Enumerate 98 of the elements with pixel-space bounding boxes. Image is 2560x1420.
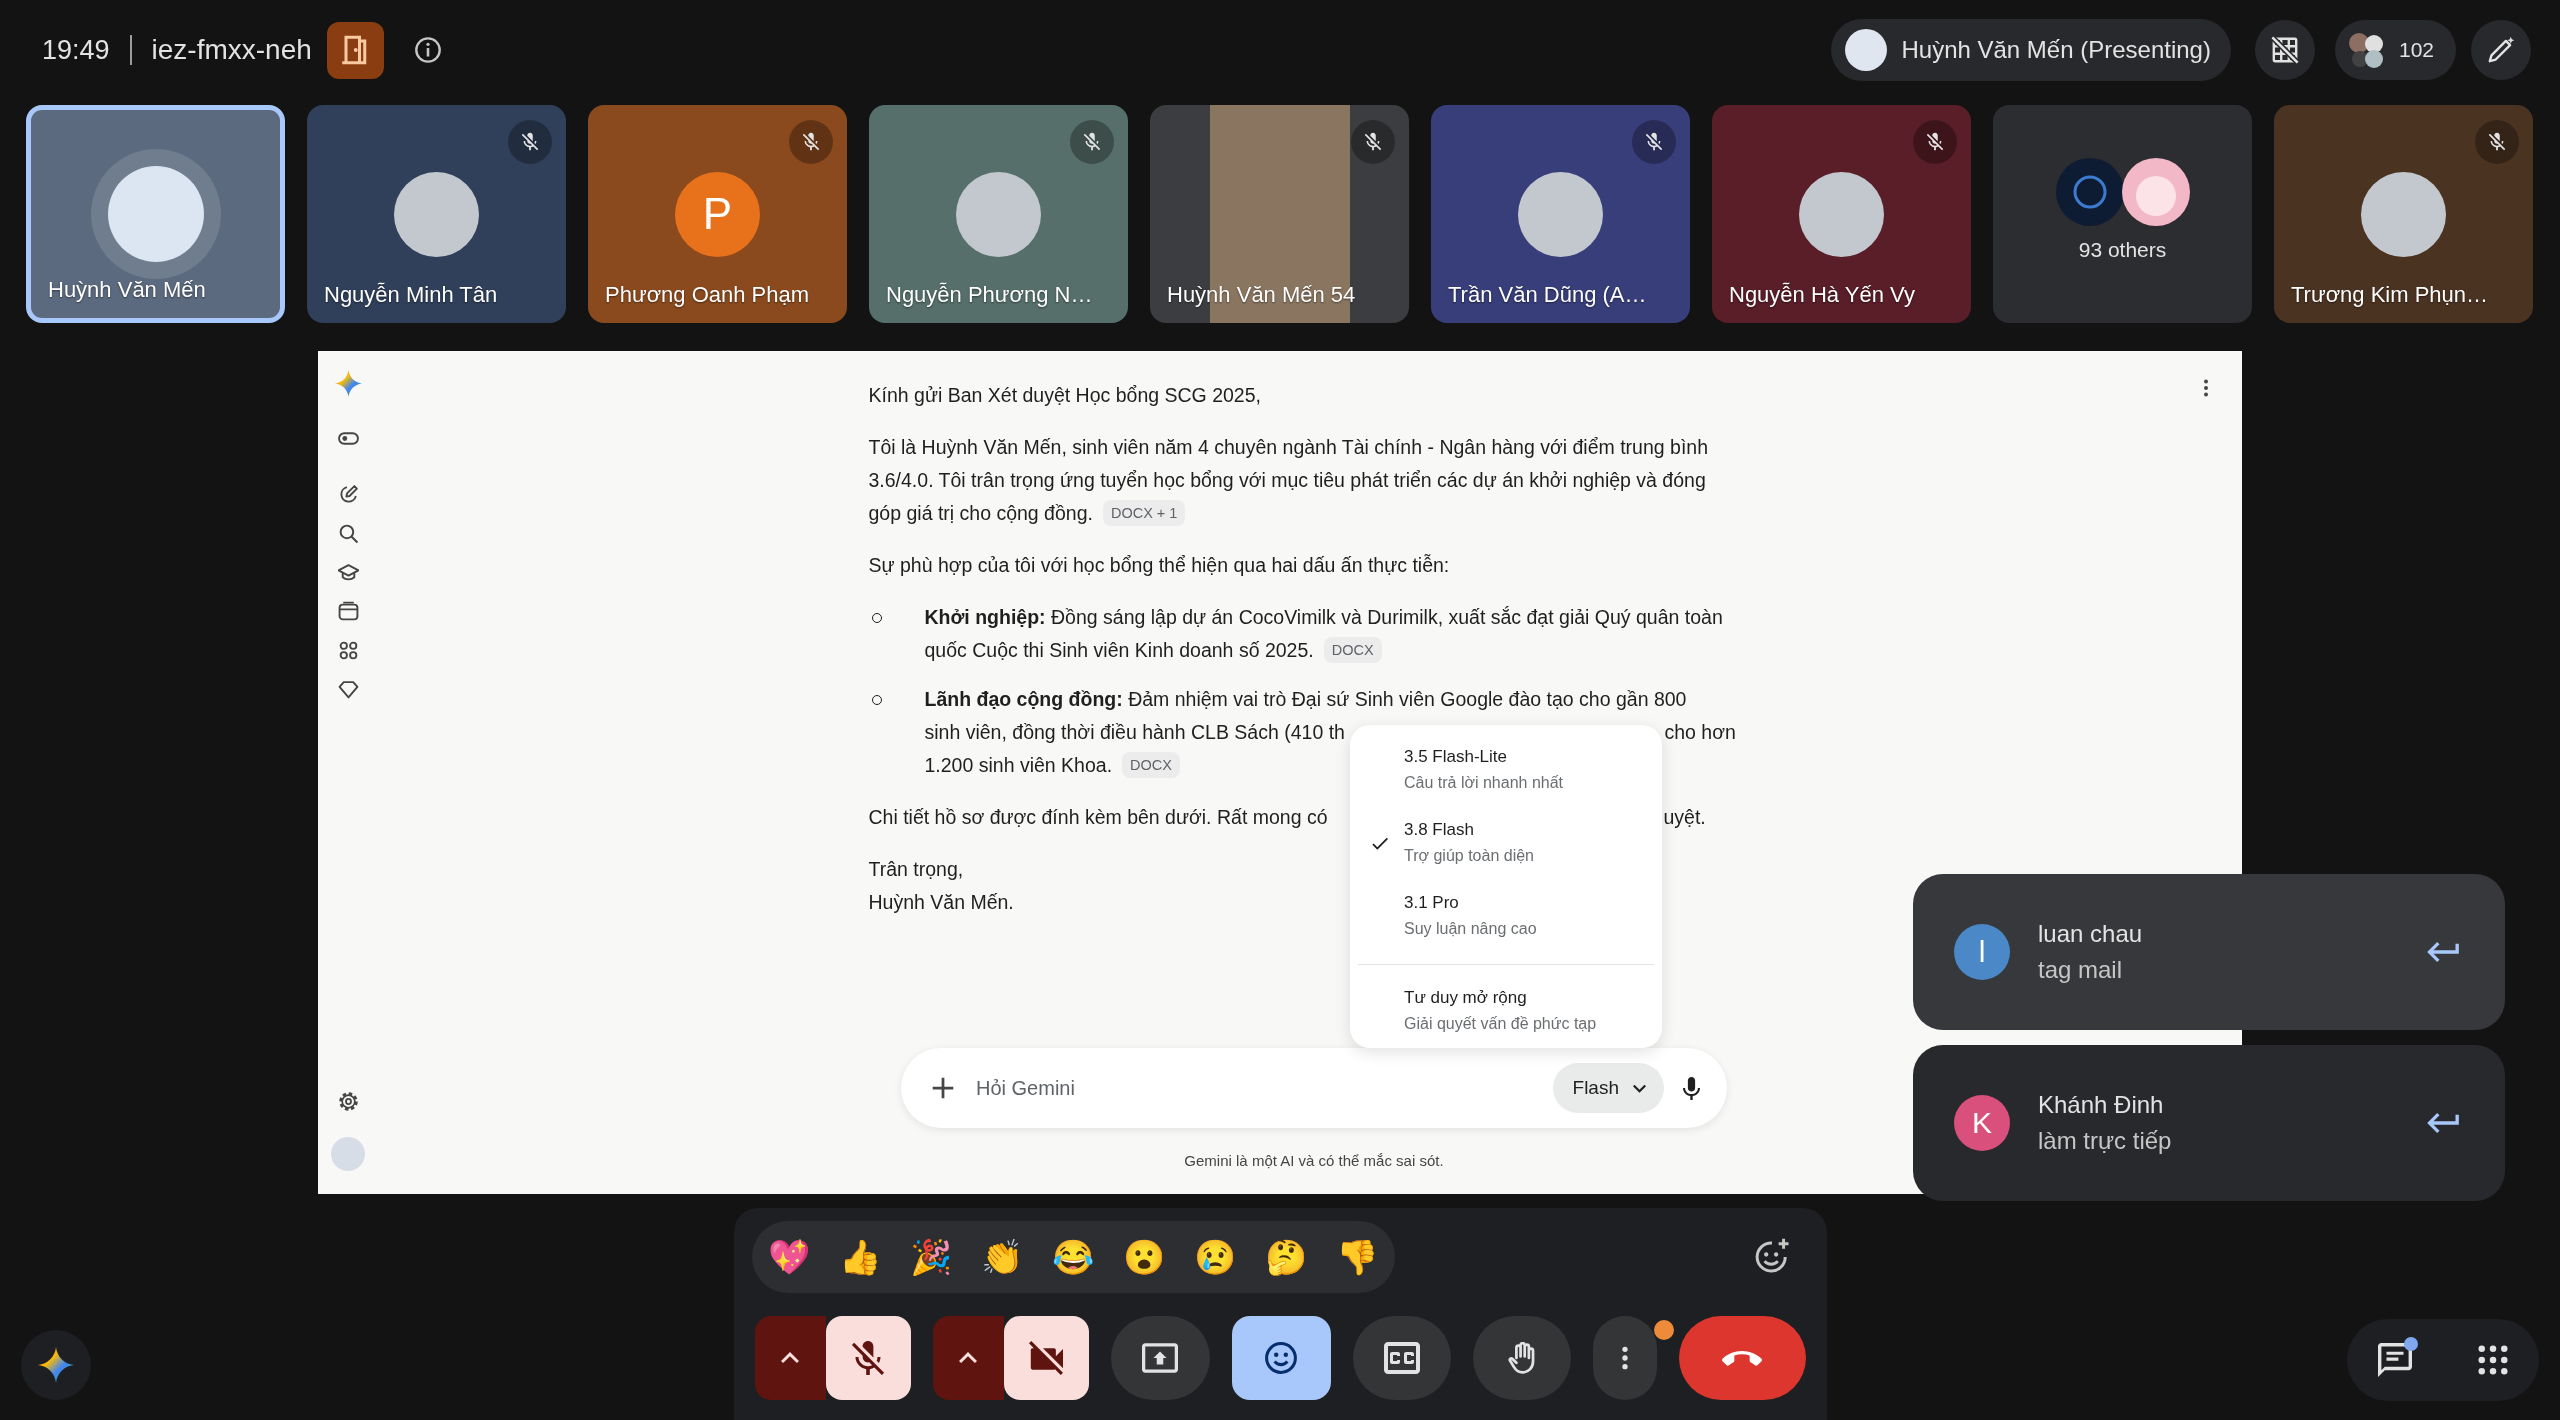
avatar-icon	[394, 171, 479, 257]
plus-icon[interactable]	[932, 1077, 954, 1099]
menu-item[interactable]: Tư duy mở rộng Giải quyết vấn đề phức tạp	[1350, 953, 1662, 1048]
others-count: 93 others	[2078, 238, 2167, 262]
avatar-initial: l	[1954, 924, 2010, 980]
participant-name: Nguyễn Hà Yến Vy	[1729, 281, 1915, 309]
clock-time: 19:49	[42, 34, 110, 66]
emoji-button[interactable]: 👎	[1321, 1221, 1393, 1293]
avatar-icon	[2055, 158, 2124, 226]
avatar-icon	[1799, 171, 1884, 257]
participant-name: Trần Văn Dũng (A…	[1448, 281, 1647, 309]
sender-name: luan chau	[2038, 920, 2143, 948]
sparkle-icon	[38, 1347, 74, 1383]
avatar-initial: K	[1954, 1095, 2010, 1151]
settings-icon[interactable]	[337, 1091, 359, 1112]
paragraph-text: 3.6/4.0. Tôi trân trọng ứng tuyển học bổng với mục tiêu phát triển các dự án khởi nghiệp và đóng	[868, 469, 1706, 491]
paragraph-text: Lãnh đạo cộng đồng: Đảm nhiệm vai trò Đại sứ Sinh viên Google đào tạo cho gần 800	[924, 688, 1687, 710]
emoji-button[interactable]: 😂	[1037, 1221, 1109, 1293]
reply-icon[interactable]	[2427, 1113, 2459, 1133]
search-icon[interactable]	[337, 523, 359, 544]
apps-icon[interactable]	[337, 640, 359, 661]
avatar-icon	[90, 149, 221, 279]
presenter-chip[interactable]: Huỳnh Văn Mến (Presenting)	[1831, 19, 2231, 81]
disclaimer-text: Gemini là một AI và có thể mắc sai sót.	[1184, 1151, 1444, 1171]
paragraph-text: 1.200 sinh viên Khoa.	[924, 754, 1113, 776]
menu-item[interactable]: 3.1 Pro Suy luận nâng cao	[1350, 880, 1662, 953]
caret-icon	[959, 1352, 977, 1364]
participant-name: Trương Kim Phụn…	[2291, 281, 2489, 309]
meeting-code: iez-fmxx-neh	[151, 34, 312, 66]
mic-icon[interactable]	[1683, 1076, 1700, 1100]
avatar-icon	[1518, 171, 1603, 257]
prompt-input[interactable]: Hỏi Gemini	[974, 1075, 1553, 1101]
paragraph-text: Tôi là Huỳnh Văn Mến, sinh viên năm 4 chuyên ngành Tài chính - Ngân hàng với điểm trung bình	[868, 436, 1708, 458]
menu-item[interactable]: 3.5 Flash-Lite Câu trả lời nhanh nhất	[1350, 734, 1662, 807]
mic-off-icon	[851, 1341, 885, 1375]
paragraph-text: cho hơn	[1664, 720, 1737, 745]
paragraph-text: sinh viên, đồng thời điều hành CLB Sách (410 th	[924, 721, 1345, 743]
mic-button[interactable]	[825, 1316, 911, 1400]
pen-icon	[2487, 36, 2515, 64]
captions-icon	[1383, 1342, 1420, 1374]
paragraph-text: Trân trọng,	[868, 858, 964, 880]
diamond-icon[interactable]	[337, 679, 359, 700]
paragraph-text: góp giá trị cho cộng đồng.	[868, 502, 1093, 524]
emoji-button[interactable]: 👍	[824, 1221, 896, 1293]
participant-name: Phương Oanh Phạm	[605, 281, 810, 309]
sparkle-icon	[334, 370, 362, 397]
avatar-initial: P	[675, 171, 760, 257]
camera-off-icon	[1029, 1341, 1063, 1375]
paragraph-text: quốc Cuộc thi Sinh viên Kinh doanh số 2025.	[924, 639, 1314, 661]
info-icon[interactable]	[414, 37, 441, 63]
file-chip[interactable]: DOCX + 1	[1102, 500, 1186, 526]
participant-name: Huỳnh Văn Mến	[48, 276, 206, 304]
emoji-button[interactable]: 😢	[1179, 1221, 1251, 1293]
notification-card[interactable]: K Khánh Đinh làm trực tiếp	[1913, 1045, 2505, 1201]
sender-name: Khánh Đinh	[2038, 1091, 2164, 1119]
avatar-icon	[956, 171, 1041, 257]
apps-icon[interactable]	[2478, 1345, 2508, 1375]
camera-button[interactable]	[1003, 1316, 1089, 1400]
participant-name: Nguyễn Phương N…	[886, 281, 1093, 309]
more-icon	[1620, 1345, 1629, 1371]
emoji-button[interactable]: 💖	[753, 1221, 825, 1293]
model-button[interactable]: Flash	[1552, 1063, 1664, 1113]
menu-item[interactable]: 3.8 Flash Trợ giúp toàn diện	[1350, 807, 1662, 880]
avatar-icon	[1845, 29, 1888, 71]
card-icon[interactable]	[337, 601, 359, 622]
reactions-button[interactable]	[1231, 1316, 1331, 1400]
more-icon[interactable]	[2203, 378, 2209, 398]
participant-name: Nguyễn Minh Tân	[324, 281, 498, 309]
avatar-group-icon	[2346, 31, 2385, 69]
paragraph-text: Chi tiết hồ sơ được đính kèm bên dưới. Rất mong có	[868, 806, 1328, 828]
notification-card[interactable]: l luan chau tag mail	[1913, 874, 2505, 1030]
message-text: tag mail	[2038, 956, 2123, 984]
caret-icon	[781, 1352, 799, 1364]
file-chip[interactable]: DOCX	[1122, 752, 1180, 778]
graduation-cap-icon[interactable]	[337, 562, 359, 583]
emoji-button[interactable]: 👏	[966, 1221, 1038, 1293]
message-text: làm trực tiếp	[2038, 1127, 2172, 1155]
crossed-grid-icon	[2270, 36, 2299, 64]
emoji-button[interactable]: 🎉	[895, 1221, 967, 1293]
phone-icon	[1722, 1350, 1762, 1366]
paragraph-text: Khởi nghiệp: Đồng sáng lập dự án CocoVimilk và Durimilk, xuất sắc đạt giải Quý quân toàn	[924, 606, 1723, 628]
participant-name: Huỳnh Văn Mến 54	[1167, 281, 1356, 309]
participants-button[interactable]: 102	[2334, 20, 2456, 80]
paragraph-text: Sự phù hợp của tôi với học bổng thể hiện qua hai dấu ấn thực tiễn:	[868, 554, 1450, 576]
edit-icon[interactable]	[337, 484, 359, 505]
emoji-button[interactable]: 🤔	[1250, 1221, 1322, 1293]
paragraph-text: uyệt.	[1663, 805, 1707, 830]
avatar-icon	[2121, 158, 2190, 226]
paragraph-text: Huỳnh Văn Mến.	[868, 891, 1014, 913]
file-chip[interactable]: DOCX	[1323, 637, 1382, 663]
paragraph-text: Kính gửi Ban Xét duyệt Học bổng SCG 2025,	[868, 384, 1261, 406]
present-icon	[1142, 1342, 1178, 1374]
smiley-icon	[1263, 1342, 1299, 1374]
room-button[interactable]	[326, 21, 384, 79]
reply-icon[interactable]	[2427, 942, 2459, 962]
emoji-button[interactable]: 😮	[1108, 1221, 1180, 1293]
caret-icon	[1633, 1083, 1646, 1093]
avatar-icon	[2361, 171, 2446, 257]
